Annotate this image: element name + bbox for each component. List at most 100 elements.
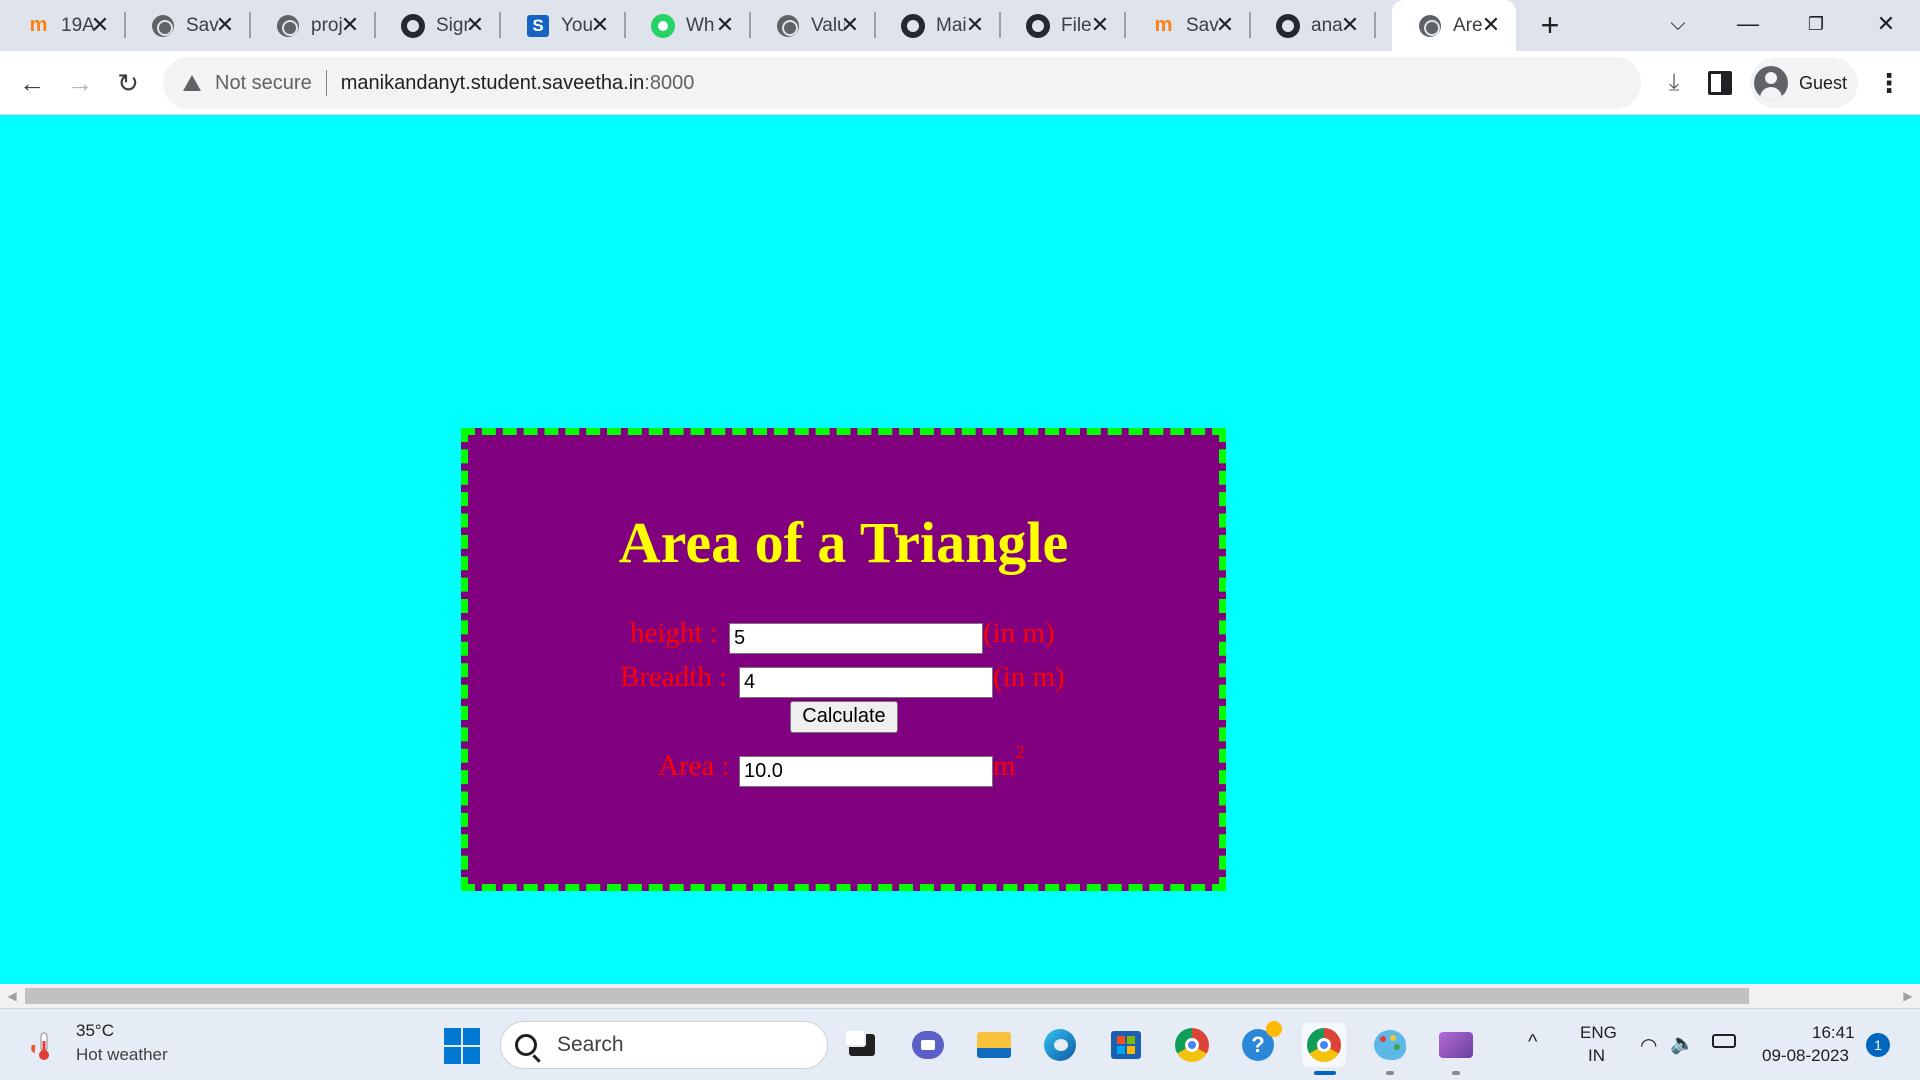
calculator-card: Area of a Triangle height : 5 (in m) Bre… [461, 428, 1226, 891]
tab-sav-2[interactable]: m Sav ✕ [1125, 0, 1251, 51]
area-label: Area : [658, 750, 730, 782]
edge-icon[interactable] [1038, 1023, 1082, 1067]
tab-mai[interactable]: Mai ✕ [875, 0, 1001, 51]
forward-button[interactable]: → [62, 65, 98, 101]
s-icon: S [526, 14, 550, 38]
search-icon [515, 1034, 537, 1056]
close-icon[interactable]: ✕ [714, 14, 736, 36]
close-icon[interactable]: ✕ [1214, 14, 1236, 36]
weather-temperature[interactable]: 35°C [76, 1021, 114, 1041]
github-icon [1026, 13, 1050, 38]
tab-proj[interactable]: proj ✕ [250, 0, 376, 51]
profile-button[interactable]: Guest [1750, 58, 1858, 108]
taskbar-search[interactable]: Search [500, 1021, 828, 1069]
warning-icon[interactable] [183, 75, 201, 91]
browser-toolbar: ← → ↻ Not secure manikandanyt.student.sa… [0, 51, 1920, 115]
github-icon [1276, 13, 1300, 38]
clipchamp-icon[interactable] [1434, 1023, 1478, 1075]
url-port[interactable]: :8000 [644, 72, 694, 95]
height-unit: (in m) [983, 617, 1055, 649]
volume-icon[interactable]: 🔈 [1670, 1031, 1695, 1056]
minimize-button[interactable]: — [1728, 6, 1768, 42]
close-icon[interactable]: ✕ [1480, 14, 1502, 36]
thermometer-icon[interactable] [28, 1031, 52, 1061]
horizontal-scrollbar[interactable]: ◀ ▶ [0, 984, 1920, 1008]
close-icon[interactable]: ✕ [839, 14, 861, 36]
url-host[interactable]: manikandanyt.student.saveetha.in [341, 72, 645, 95]
tab-sav[interactable]: Sav ✕ [125, 0, 251, 51]
battery-icon[interactable] [1712, 1034, 1736, 1048]
address-bar[interactable]: Not secure manikandanyt.student.saveetha… [163, 57, 1641, 109]
paint-icon[interactable] [1368, 1023, 1412, 1075]
close-icon[interactable]: ✕ [964, 14, 986, 36]
wifi-icon[interactable]: ◠ [1640, 1033, 1657, 1058]
moodle-icon: m [1154, 14, 1173, 36]
globe-icon [276, 14, 300, 38]
notification-badge[interactable]: 1 [1866, 1033, 1890, 1057]
close-icon[interactable]: ✕ [339, 14, 361, 36]
clock-time[interactable]: 16:41 [1812, 1023, 1855, 1043]
close-icon[interactable]: ✕ [1089, 14, 1111, 36]
tab-sign[interactable]: Sign ✕ [375, 0, 501, 51]
teams-chat-icon[interactable] [906, 1023, 950, 1067]
avatar [1754, 66, 1788, 100]
github-icon [901, 13, 925, 38]
close-icon[interactable]: ✕ [214, 14, 236, 36]
tab-whatsapp[interactable]: Wh ✕ [625, 0, 751, 51]
tab-file[interactable]: File ✕ [1000, 0, 1126, 51]
scrollbar-thumb[interactable] [25, 988, 1749, 1004]
breadth-unit: (in m) [993, 661, 1065, 693]
globe-icon [1418, 14, 1442, 38]
height-input[interactable]: 5 [729, 623, 983, 654]
search-placeholder: Search [557, 1033, 624, 1056]
tab-search-chevron-icon[interactable]: ⌵ [1658, 6, 1698, 42]
back-button[interactable]: ← [14, 65, 50, 101]
area-unit: m2 [993, 742, 1025, 782]
more-menu-icon[interactable]: ⋮ [1876, 65, 1902, 101]
download-icon[interactable]: ⤓ [1660, 69, 1688, 97]
show-hidden-icons-chevron-icon[interactable]: ^ [1528, 1031, 1537, 1054]
github-icon [401, 13, 425, 38]
language-region[interactable]: IN [1588, 1046, 1605, 1066]
profile-label: Guest [1799, 72, 1848, 93]
scroll-left-icon[interactable]: ◀ [2, 986, 22, 1006]
scroll-right-icon[interactable]: ▶ [1898, 986, 1918, 1006]
tab-19a[interactable]: m 19A ✕ [0, 0, 126, 51]
close-window-button[interactable]: ✕ [1866, 6, 1906, 42]
close-icon[interactable]: ✕ [464, 14, 486, 36]
new-tab-button[interactable]: + [1532, 8, 1568, 44]
tab-area-active[interactable]: Are ✕ [1392, 0, 1516, 51]
clock-date[interactable]: 09-08-2023 [1762, 1046, 1849, 1066]
breadth-label: Breadth : [620, 661, 728, 693]
taskbar: 35°C Hot weather Search ? ^ ENG IN ◠ 🔈 1… [0, 1008, 1920, 1080]
help-icon[interactable]: ? [1236, 1021, 1282, 1067]
close-icon[interactable]: ✕ [89, 14, 111, 36]
side-panel-icon[interactable] [1708, 71, 1732, 95]
breadth-input[interactable]: 4 [739, 667, 993, 698]
globe-icon [151, 14, 175, 38]
weather-description[interactable]: Hot weather [76, 1045, 168, 1065]
height-label: height : [630, 617, 718, 649]
area-output[interactable]: 10.0 [739, 756, 993, 787]
page-title: Area of a Triangle [618, 510, 1069, 575]
close-icon[interactable]: ✕ [589, 14, 611, 36]
moodle-icon: m [29, 14, 48, 36]
whatsapp-icon [651, 13, 675, 38]
globe-icon [776, 14, 800, 38]
chrome-active-icon[interactable] [1302, 1023, 1346, 1075]
windows-start-icon[interactable] [444, 1028, 480, 1064]
task-view-icon[interactable] [840, 1023, 884, 1067]
chrome-icon[interactable] [1170, 1023, 1214, 1067]
reload-button[interactable]: ↻ [110, 65, 146, 101]
file-explorer-icon[interactable] [972, 1023, 1016, 1067]
tab-strip: m 19A ✕ Sav ✕ proj ✕ Sign ✕ S You ✕ Wh ✕… [0, 0, 1920, 51]
tab-you[interactable]: S You ✕ [500, 0, 626, 51]
language-indicator[interactable]: ENG [1580, 1023, 1617, 1043]
restore-button[interactable]: ❐ [1796, 6, 1836, 42]
tab-valu[interactable]: Valu ✕ [750, 0, 876, 51]
calculate-button[interactable]: Calculate [790, 701, 898, 733]
security-status[interactable]: Not secure [215, 72, 312, 95]
close-icon[interactable]: ✕ [1339, 14, 1361, 36]
microsoft-store-icon[interactable] [1104, 1023, 1148, 1067]
tab-ana[interactable]: ana ✕ [1250, 0, 1376, 51]
